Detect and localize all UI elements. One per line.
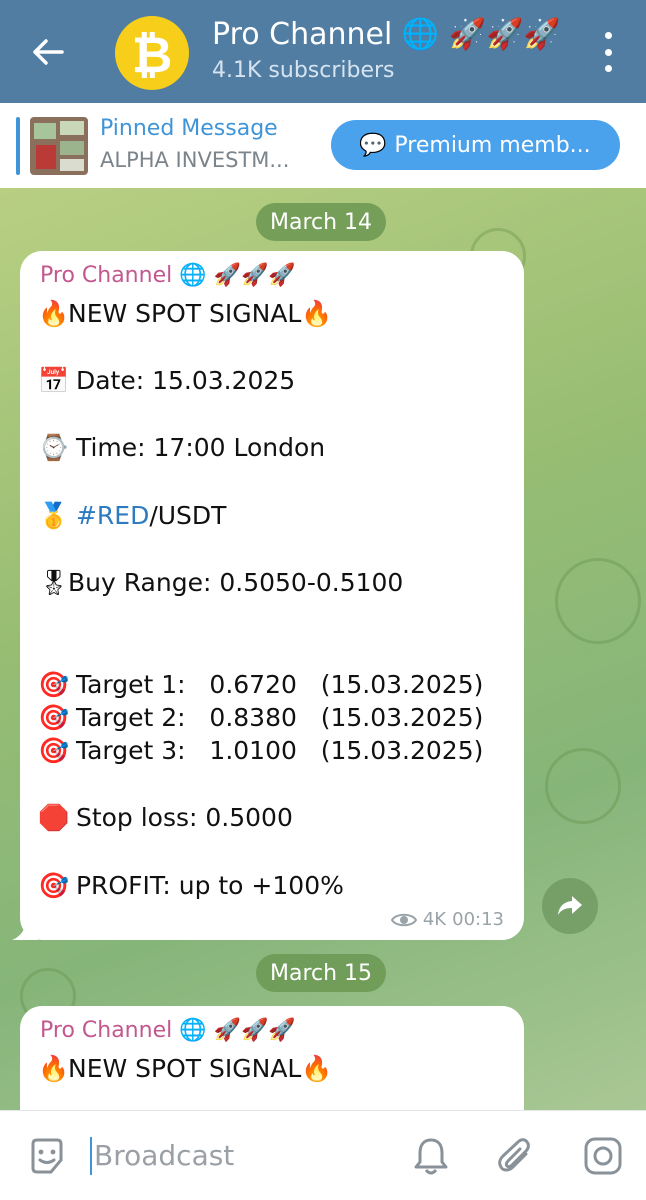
bubble-tail	[12, 918, 38, 940]
back-button[interactable]	[24, 30, 72, 74]
subscriber-count: 4.1K subscribers	[212, 58, 395, 83]
signal-time: ⌚ Time: 17:00 London	[38, 433, 326, 462]
back-arrow-icon	[33, 39, 64, 65]
message-time: 00:13	[452, 909, 504, 930]
money-image-icon	[30, 117, 88, 175]
premium-membership-button[interactable]: 💬 Premium memb...	[331, 120, 620, 170]
bell-icon	[414, 1138, 448, 1175]
message-sender: Pro Channel 🌐 🚀🚀🚀	[40, 1018, 296, 1043]
channel-title[interactable]: Pro Channel 🌐 🚀🚀🚀	[212, 17, 561, 52]
premium-button-label: Premium memb...	[394, 132, 591, 158]
signal-target-2: 🎯 Target 2: 0.8380 (15.03.2025)	[38, 703, 484, 732]
target-icon: 🎯	[38, 871, 70, 900]
forward-button[interactable]	[542, 878, 598, 934]
stop-sign-icon: 🛑	[38, 803, 70, 832]
fire-icon: 🔥	[38, 299, 70, 328]
signal-date: 📅 Date: 15.03.2025	[38, 366, 296, 395]
background-doodle	[555, 558, 641, 644]
date-separator: March 15	[256, 954, 387, 992]
gold-medal-icon: 🥇	[38, 501, 70, 530]
message-bubble[interactable]: Pro Channel 🌐 🚀🚀🚀 🔥NEW SPOT SIGNAL🔥 📅 Da…	[20, 251, 524, 940]
signal-target-3: 🎯 Target 3: 1.0100 (15.03.2025)	[38, 736, 484, 765]
bitcoin-icon: ₿	[132, 26, 173, 82]
watch-icon: ⌚	[38, 433, 70, 462]
pinned-preview: ALPHA INVESTM...	[100, 148, 290, 172]
speech-bubble-icon: 💬	[359, 132, 387, 158]
message-bubble[interactable]: Pro Channel 🌐 🚀🚀🚀 🔥NEW SPOT SIGNAL🔥	[20, 1006, 524, 1110]
pinned-indicator	[16, 117, 20, 175]
attach-button[interactable]	[490, 1131, 540, 1181]
notification-button[interactable]	[406, 1131, 456, 1181]
pinned-title: Pinned Message	[100, 116, 278, 141]
menu-dot-icon	[604, 65, 612, 72]
message-meta: 4K 00:13	[390, 909, 504, 930]
menu-dot-icon	[604, 32, 612, 39]
hashtag-link[interactable]: #RED	[76, 501, 149, 530]
message-list[interactable]: March 14 Pro Channel 🌐 🚀🚀🚀 🔥NEW SPOT SIG…	[0, 188, 646, 1110]
calendar-icon: 📅	[38, 366, 70, 395]
signal-target-1: 🎯 Target 1: 0.6720 (15.03.2025)	[38, 670, 484, 699]
svg-text:₿: ₿	[132, 26, 173, 82]
sticker-face-icon	[31, 1138, 63, 1174]
pinned-message-bar[interactable]: Pinned Message ALPHA INVESTM... 💬 Premiu…	[0, 103, 646, 189]
instagram-camera-icon	[584, 1137, 622, 1175]
signal-profit: 🎯 PROFIT: up to +100%	[38, 871, 344, 900]
signal-pair: 🥇 #RED/USDT	[38, 501, 227, 530]
telegram-channel-screen: ₿ Pro Channel 🌐 🚀🚀🚀 4.1K subscribers Pin…	[0, 0, 646, 1200]
pinned-thumbnail	[30, 117, 88, 175]
emoji-button[interactable]	[22, 1131, 72, 1181]
background-doodle	[545, 748, 621, 824]
menu-dot-icon	[604, 48, 612, 56]
fire-icon: 🔥	[301, 299, 333, 328]
target-icon: 🎯	[38, 670, 70, 699]
message-sender: Pro Channel 🌐 🚀🚀🚀	[40, 263, 296, 288]
more-options-button[interactable]	[596, 32, 620, 72]
target-icon: 🎯	[38, 736, 70, 765]
date-separator: March 14	[256, 203, 387, 241]
signal-heading: 🔥NEW SPOT SIGNAL🔥	[38, 299, 333, 328]
view-count: 4K	[422, 909, 447, 930]
channel-avatar[interactable]: ₿	[115, 16, 189, 90]
target-icon: 🎯	[38, 703, 70, 732]
fire-icon: 🔥	[301, 1054, 333, 1083]
camera-button[interactable]	[578, 1131, 628, 1181]
signal-heading: 🔥NEW SPOT SIGNAL🔥	[38, 1054, 333, 1083]
paperclip-icon	[498, 1138, 530, 1172]
chat-header: ₿ Pro Channel 🌐 🚀🚀🚀 4.1K subscribers	[0, 0, 646, 103]
signal-stop-loss: 🛑 Stop loss: 0.5000	[38, 803, 293, 832]
signal-buy-range: 🎖Buy Range: 0.5050-0.5100	[38, 568, 404, 597]
share-arrow-icon	[558, 896, 582, 915]
military-medal-icon: 🎖	[38, 568, 70, 597]
broadcast-input[interactable]: Broadcast	[90, 1137, 234, 1175]
fire-icon: 🔥	[38, 1054, 70, 1083]
eye-icon	[390, 913, 417, 926]
composer-bar: Broadcast	[0, 1110, 646, 1200]
